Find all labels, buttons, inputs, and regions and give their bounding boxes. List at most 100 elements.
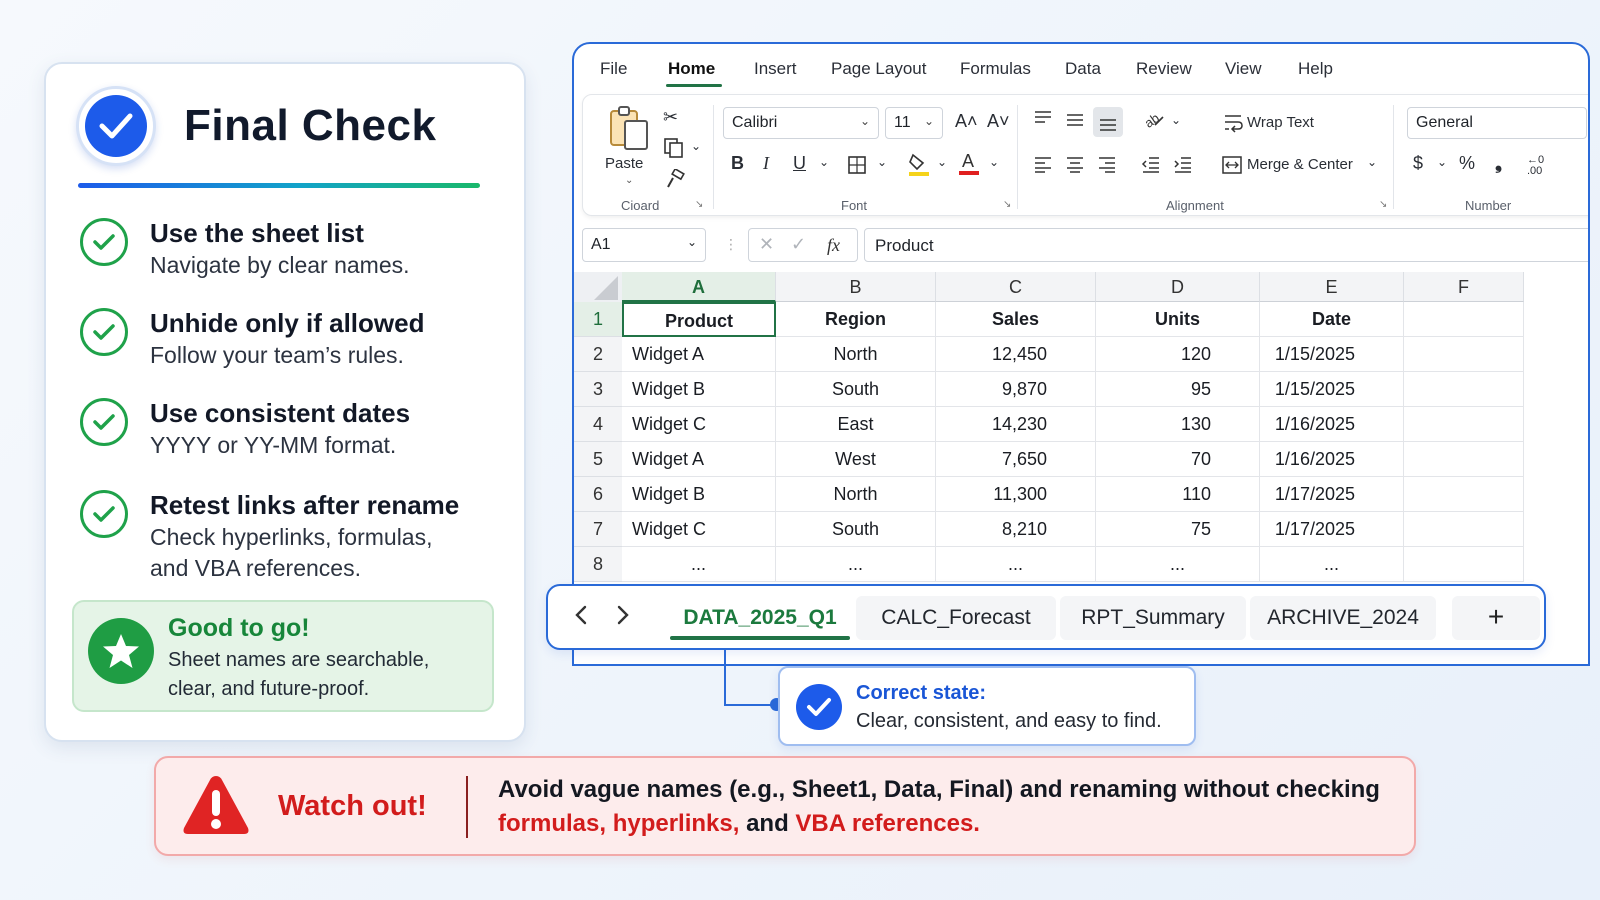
row-header[interactable]: 7: [574, 512, 622, 547]
comma-style-button[interactable]: ❟: [1495, 153, 1502, 174]
table-cell[interactable]: [1404, 477, 1524, 512]
table-cell[interactable]: 14,230: [936, 407, 1096, 442]
row-header[interactable]: 5: [574, 442, 622, 477]
table-cell[interactable]: 1/16/2025: [1260, 442, 1404, 477]
fill-color-dropdown-icon[interactable]: ⌄: [937, 155, 947, 169]
percent-button[interactable]: %: [1459, 153, 1475, 174]
header-cell[interactable]: Units: [1096, 302, 1260, 337]
table-cell[interactable]: 70: [1096, 442, 1260, 477]
table-cell[interactable]: Widget C: [622, 512, 776, 547]
underline-dropdown-icon[interactable]: ⌄: [819, 155, 829, 169]
font-launcher-icon[interactable]: ↘: [1003, 199, 1011, 210]
shrink-font-button[interactable]: A˅: [987, 111, 1010, 132]
table-cell[interactable]: 8,210: [936, 512, 1096, 547]
table-cell[interactable]: [1404, 372, 1524, 407]
align-middle-icon[interactable]: [1065, 111, 1085, 134]
row-header[interactable]: 8: [574, 547, 622, 582]
sheet-tab-rpt-summary[interactable]: RPT_Summary: [1060, 596, 1246, 640]
row-header[interactable]: 4: [574, 407, 622, 442]
font-color-icon[interactable]: A: [957, 149, 981, 182]
borders-dropdown-icon[interactable]: ⌄: [877, 155, 887, 169]
menu-formulas[interactable]: Formulas: [960, 59, 1031, 79]
header-cell[interactable]: Product: [622, 302, 776, 337]
sheet-tab-archive-2024[interactable]: ARCHIVE_2024: [1250, 596, 1436, 640]
table-cell[interactable]: [1404, 547, 1524, 582]
column-header-f[interactable]: F: [1404, 272, 1524, 302]
insert-function-icon[interactable]: fx: [827, 235, 840, 256]
header-cell[interactable]: Region: [776, 302, 936, 337]
table-cell[interactable]: South: [776, 512, 936, 547]
table-cell[interactable]: 9,870: [936, 372, 1096, 407]
font-size-select[interactable]: 11 ⌄: [885, 107, 943, 139]
increase-indent-icon[interactable]: [1173, 155, 1193, 178]
table-cell[interactable]: ...: [776, 547, 936, 582]
table-cell[interactable]: 1/15/2025: [1260, 337, 1404, 372]
fill-color-icon[interactable]: [907, 151, 931, 182]
paste-button[interactable]: Paste ⌄: [601, 105, 657, 186]
column-header-e[interactable]: E: [1260, 272, 1404, 302]
table-cell[interactable]: [1404, 337, 1524, 372]
menu-help[interactable]: Help: [1298, 59, 1333, 79]
table-cell[interactable]: North: [776, 477, 936, 512]
header-cell[interactable]: Sales: [936, 302, 1096, 337]
currency-button[interactable]: $: [1413, 153, 1423, 174]
column-header-a[interactable]: A: [622, 272, 776, 302]
table-cell[interactable]: [1404, 407, 1524, 442]
table-cell[interactable]: Widget B: [622, 477, 776, 512]
table-cell[interactable]: South: [776, 372, 936, 407]
menu-review[interactable]: Review: [1136, 59, 1192, 79]
table-cell[interactable]: Widget A: [622, 442, 776, 477]
table-cell[interactable]: ...: [622, 547, 776, 582]
next-sheet-icon[interactable]: [616, 604, 630, 632]
sheet-tab-calc-forecast[interactable]: CALC_Forecast: [856, 596, 1056, 640]
row-header[interactable]: 1: [574, 302, 622, 337]
copy-dropdown-icon[interactable]: ⌄: [691, 139, 701, 153]
table-cell[interactable]: Widget A: [622, 337, 776, 372]
table-cell[interactable]: North: [776, 337, 936, 372]
number-format-select[interactable]: General: [1407, 107, 1587, 139]
format-painter-icon[interactable]: [665, 167, 685, 194]
menu-data[interactable]: Data: [1065, 59, 1101, 79]
add-sheet-button[interactable]: +: [1452, 596, 1540, 640]
table-cell[interactable]: ...: [1260, 547, 1404, 582]
table-cell[interactable]: [1404, 442, 1524, 477]
table-cell[interactable]: West: [776, 442, 936, 477]
sheet-tab-data-2025-q1[interactable]: DATA_2025_Q1: [668, 596, 852, 640]
column-header-c[interactable]: C: [936, 272, 1096, 302]
table-cell[interactable]: 1/17/2025: [1260, 512, 1404, 547]
column-header-b[interactable]: B: [776, 272, 936, 302]
table-cell[interactable]: 75: [1096, 512, 1260, 547]
align-left-icon[interactable]: [1033, 155, 1053, 178]
underline-button[interactable]: U: [793, 153, 806, 174]
grow-font-button[interactable]: A˄: [955, 111, 978, 132]
table-cell[interactable]: 120: [1096, 337, 1260, 372]
table-cell[interactable]: East: [776, 407, 936, 442]
alignment-launcher-icon[interactable]: ↘: [1379, 199, 1387, 210]
align-center-icon[interactable]: [1065, 155, 1085, 178]
orientation-icon[interactable]: ab: [1142, 109, 1165, 134]
align-bottom-icon[interactable]: [1093, 107, 1123, 137]
align-top-icon[interactable]: [1033, 109, 1053, 132]
row-header[interactable]: 6: [574, 477, 622, 512]
menu-view[interactable]: View: [1225, 59, 1262, 79]
table-cell[interactable]: ...: [936, 547, 1096, 582]
enter-icon[interactable]: ✓: [791, 234, 806, 255]
select-all-corner[interactable]: [574, 272, 622, 302]
header-cell[interactable]: Date: [1260, 302, 1404, 337]
align-right-icon[interactable]: [1097, 155, 1117, 178]
table-cell[interactable]: [1404, 512, 1524, 547]
table-cell[interactable]: Widget C: [622, 407, 776, 442]
decrease-indent-icon[interactable]: [1141, 155, 1161, 178]
menu-insert[interactable]: Insert: [754, 59, 797, 79]
row-header[interactable]: 2: [574, 337, 622, 372]
menu-page-layout[interactable]: Page Layout: [831, 59, 926, 79]
table-cell[interactable]: 7,650: [936, 442, 1096, 477]
menu-file[interactable]: File: [600, 59, 627, 79]
table-cell[interactable]: 11,300: [936, 477, 1096, 512]
currency-dropdown-icon[interactable]: ⌄: [1437, 155, 1447, 169]
table-cell[interactable]: Widget B: [622, 372, 776, 407]
header-cell[interactable]: [1404, 302, 1524, 337]
table-cell[interactable]: 1/17/2025: [1260, 477, 1404, 512]
clipboard-launcher-icon[interactable]: ↘: [695, 199, 703, 210]
orientation-dropdown-icon[interactable]: ⌄: [1171, 113, 1181, 127]
